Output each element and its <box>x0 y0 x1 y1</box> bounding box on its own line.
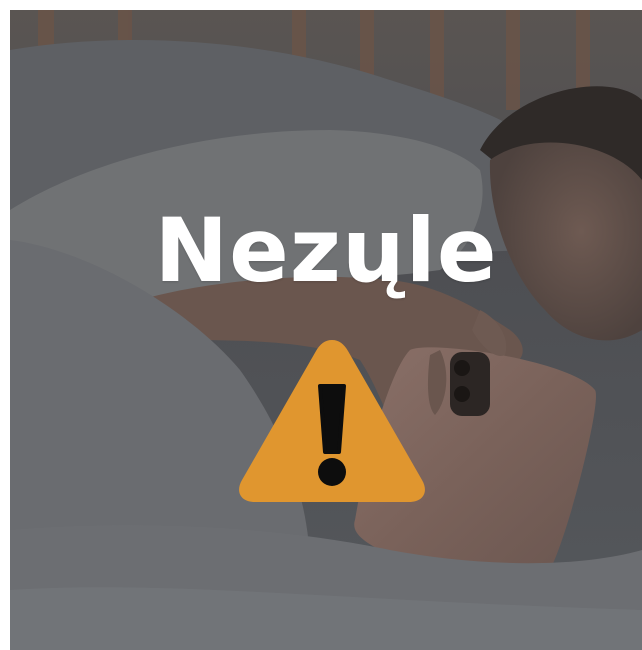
background-photo <box>10 10 642 650</box>
headline-text: Nezųle <box>154 199 498 302</box>
warning-triangle-icon <box>239 340 425 502</box>
poster-image: Nezųle <box>10 10 642 650</box>
